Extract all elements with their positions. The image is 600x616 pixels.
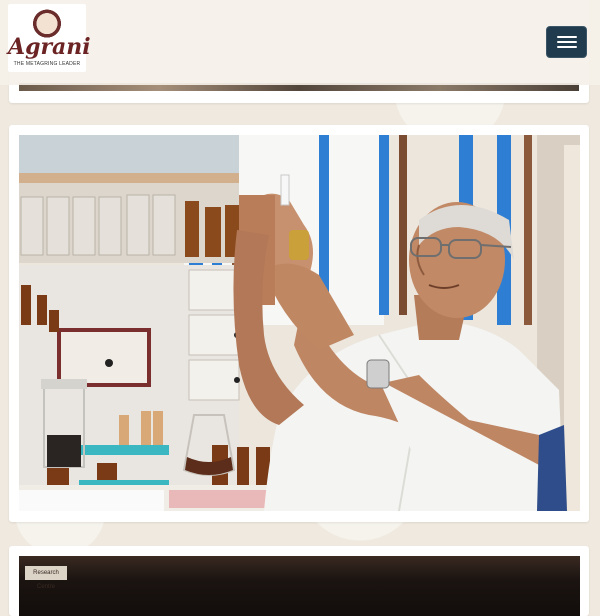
gallery-card-featured [9,125,589,522]
gallery-card: Research Centre [9,546,589,616]
photo-sign-text: Research Centre [25,566,67,590]
site-header: Agrani THE METAGRING LEADER [0,0,600,85]
agrani-logo[interactable]: Agrani THE METAGRING LEADER [8,4,91,72]
gallery-photo[interactable]: Research Centre [19,556,580,616]
logo-wordmark: Agrani [8,34,91,60]
logo-tagline: THE METAGRING LEADER [13,61,81,67]
doctor-vial-photo[interactable] [19,135,580,511]
menu-toggle-button[interactable] [546,26,587,58]
